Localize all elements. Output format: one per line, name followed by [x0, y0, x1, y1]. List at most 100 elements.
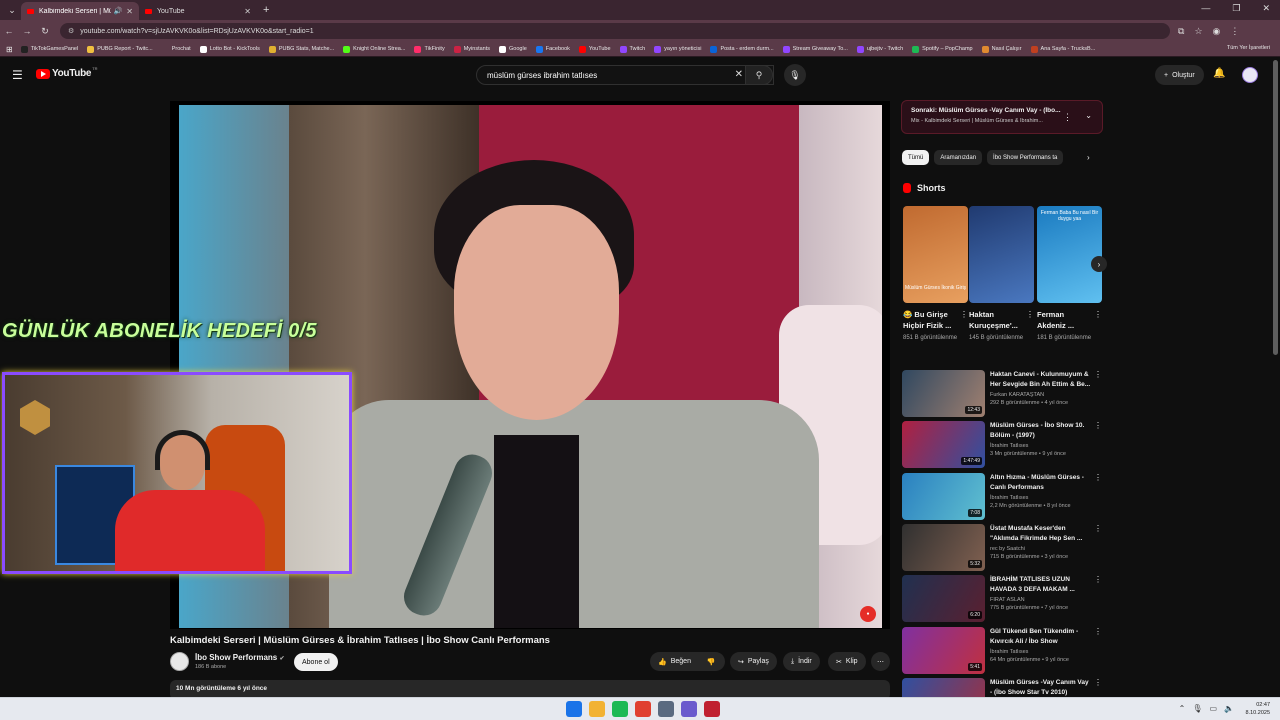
chip-all[interactable]: Tümü: [902, 150, 930, 165]
tab-youtube[interactable]: YouTube ✕: [139, 2, 257, 20]
more-options-icon[interactable]: ⋮: [1094, 473, 1102, 482]
chevron-up-icon[interactable]: ⌃: [1179, 704, 1186, 713]
youtube-logo[interactable]: YouTube TR: [36, 66, 98, 79]
clear-search-icon[interactable]: ✕: [735, 69, 743, 80]
bookmark-item[interactable]: yayın yöneticisi: [654, 45, 701, 53]
maximize-icon[interactable]: ❐: [1232, 3, 1240, 14]
notifications-bell-icon[interactable]: 🔔: [1213, 68, 1225, 79]
video-thumbnail[interactable]: 12:43: [902, 370, 985, 417]
more-options-icon[interactable]: ⋮: [1094, 575, 1102, 584]
bookmark-item[interactable]: Google: [499, 45, 527, 53]
bookmark-item[interactable]: Stream Giveaway To...: [782, 45, 848, 53]
more-options-icon[interactable]: ⋮: [1063, 112, 1072, 123]
page-scrollbar[interactable]: [1273, 60, 1278, 355]
download-button[interactable]: ⤓ İndir: [783, 652, 820, 671]
chevron-right-icon[interactable]: ›: [1087, 153, 1090, 162]
menu-dots-icon[interactable]: ⋮: [1230, 26, 1239, 37]
more-options-icon[interactable]: ⋮: [1094, 678, 1102, 687]
video-channel[interactable]: İbrahim Tatlıses: [990, 443, 1092, 449]
all-bookmarks-button[interactable]: Tüm Yer İşaretleri: [1227, 45, 1270, 51]
clock[interactable]: 02:47 8.10.2025: [1246, 701, 1270, 717]
taskbar-app-icon[interactable]: [612, 701, 628, 717]
bookmark-item[interactable]: Posta - erdem durm...: [710, 45, 774, 53]
chevron-down-icon[interactable]: ⌄: [1085, 111, 1092, 120]
shorts-next-icon[interactable]: ›: [1091, 256, 1107, 272]
bookmark-item[interactable]: PUBG Stats, Matche...: [268, 45, 334, 53]
close-tab-icon[interactable]: ✕: [126, 7, 133, 16]
bookmark-item[interactable]: ujbejtv - Twitch: [856, 45, 903, 53]
share-button[interactable]: ↪ Paylaş: [730, 652, 777, 671]
up-next-panel[interactable]: Sonraki: Müslüm Gürses -Vay Canım Vay - …: [901, 100, 1103, 134]
volume-icon[interactable]: 🔈: [1224, 704, 1234, 713]
site-info-icon[interactable]: ⚙: [68, 27, 74, 35]
more-options-icon[interactable]: ⋮: [1094, 421, 1102, 430]
video-thumbnail[interactable]: 7:08: [902, 472, 985, 520]
short-thumbnail[interactable]: [969, 206, 1034, 303]
tab-video[interactable]: Kalbimdeki Serseri | Müslüm 🔊 ✕: [21, 2, 139, 20]
url-field[interactable]: ⚙ youtube.com/watch?v=sjUzAVKVK0o&list=R…: [60, 23, 1170, 39]
recommended-video[interactable]: 1:47:49 Müslüm Gürses - İbo Show 10. Bölü…: [902, 421, 1102, 469]
more-actions-icon[interactable]: ⋯: [871, 652, 890, 671]
video-thumbnail[interactable]: 5:41: [902, 626, 985, 674]
install-app-icon[interactable]: ⧉: [1178, 26, 1184, 37]
forward-icon[interactable]: →: [18, 26, 36, 36]
taskbar-app-icon[interactable]: [658, 701, 674, 717]
video-thumbnail[interactable]: 5:32: [902, 523, 985, 571]
recommended-video[interactable]: 12:43 Haktan Canevi - Kulunmuyum & Her Se…: [902, 370, 1102, 418]
video-channel[interactable]: İbrahim Tatlıses: [990, 649, 1092, 655]
taskbar-app-icon[interactable]: [681, 701, 697, 717]
apps-grid-icon[interactable]: ⊞: [6, 45, 13, 54]
network-icon[interactable]: ▭: [1209, 704, 1217, 713]
back-icon[interactable]: ←: [0, 26, 18, 36]
bookmark-item[interactable]: TikFinity: [414, 45, 445, 53]
bookmark-item[interactable]: Facebook: [535, 45, 570, 53]
minimize-icon[interactable]: —: [1201, 3, 1210, 14]
recommended-video[interactable]: 5:41 Gül Tükendi Ben Tükendim - Kıvırcık …: [902, 626, 1102, 675]
video-channel[interactable]: Furkan KARATAŞTAN: [990, 392, 1092, 398]
bookmark-star-icon[interactable]: ☆: [1194, 26, 1202, 37]
chip-channel[interactable]: İbo Show Performans ta: [987, 150, 1064, 165]
microphone-icon[interactable]: 🎙: [1192, 704, 1202, 713]
video-thumbnail[interactable]: 6:20: [902, 575, 985, 623]
new-tab-icon[interactable]: +: [263, 4, 269, 16]
bookmark-item[interactable]: Myinstants: [453, 45, 490, 53]
speaker-icon[interactable]: 🔊: [114, 7, 123, 15]
clip-button[interactable]: ✂ Klip: [828, 652, 866, 671]
short-item[interactable]: Müslüm Gürses İkonik Giriş 😂 Bu Girişe Hi…: [903, 206, 968, 343]
bookmark-item[interactable]: Lotto Bot - KickTools: [199, 45, 260, 53]
bookmark-item[interactable]: Prochat: [161, 45, 191, 53]
more-options-icon[interactable]: ⋮: [1094, 310, 1102, 319]
close-window-icon[interactable]: ✕: [1262, 3, 1270, 14]
video-channel[interactable]: FIRAT ASLAN: [990, 597, 1092, 603]
bookmark-item[interactable]: PUBG Report - Twitc...: [87, 45, 153, 53]
short-item[interactable]: Haktan Kuruçeşme'... 145 B görüntülenme ⋮: [969, 206, 1034, 343]
search-button[interactable]: ⚲: [745, 65, 773, 85]
recommended-video[interactable]: 6:20 İBRAHİM TATLISES UZUN HAVADA 3 DEFA …: [902, 575, 1102, 623]
more-options-icon[interactable]: ⋮: [1094, 627, 1102, 636]
create-button[interactable]: + Oluştur: [1155, 65, 1204, 85]
bookmark-item[interactable]: TikTokGamesPanel: [20, 45, 78, 53]
video-channel[interactable]: İbrahim Tatlıses: [990, 495, 1092, 501]
taskbar-app-icon[interactable]: [566, 701, 582, 717]
bookmark-item[interactable]: Knight Online Strea...: [343, 45, 405, 53]
account-avatar[interactable]: [1242, 67, 1258, 83]
bookmark-item[interactable]: Twitch: [619, 45, 645, 53]
bookmark-item[interactable]: YouTube: [578, 45, 611, 53]
dislike-button[interactable]: 👎: [697, 652, 725, 671]
channel-avatar[interactable]: [170, 652, 189, 671]
bookmark-item[interactable]: Nasıl Çalışır: [981, 45, 1022, 53]
short-thumbnail[interactable]: Ferman Baba Bu nasıl Bir duygu yaa: [1037, 206, 1102, 303]
bookmark-item[interactable]: Ana Sayfa - TrucksB...: [1030, 45, 1095, 53]
extension-icon[interactable]: ◉: [1213, 26, 1221, 37]
more-options-icon[interactable]: ⋮: [960, 310, 968, 319]
tab-search-icon[interactable]: ⌄: [3, 1, 21, 19]
video-channel[interactable]: rec by Saatchi: [990, 546, 1092, 552]
voice-search-button[interactable]: 🎙: [784, 64, 806, 86]
recommended-video[interactable]: 5:32 Üstat Mustafa Keser'den "Aklımda Fik…: [902, 523, 1102, 572]
hamburger-menu-icon[interactable]: ☰: [12, 68, 23, 82]
recommended-video[interactable]: 7:08 Altın Hızma - Müslüm Gürses - Canlı …: [902, 472, 1102, 521]
more-options-icon[interactable]: ⋮: [1026, 310, 1034, 319]
like-button[interactable]: 👍 Beğen: [650, 652, 700, 671]
bookmark-item[interactable]: Spotify – PopChamp: [912, 45, 973, 53]
more-options-icon[interactable]: ⋮: [1094, 524, 1102, 533]
